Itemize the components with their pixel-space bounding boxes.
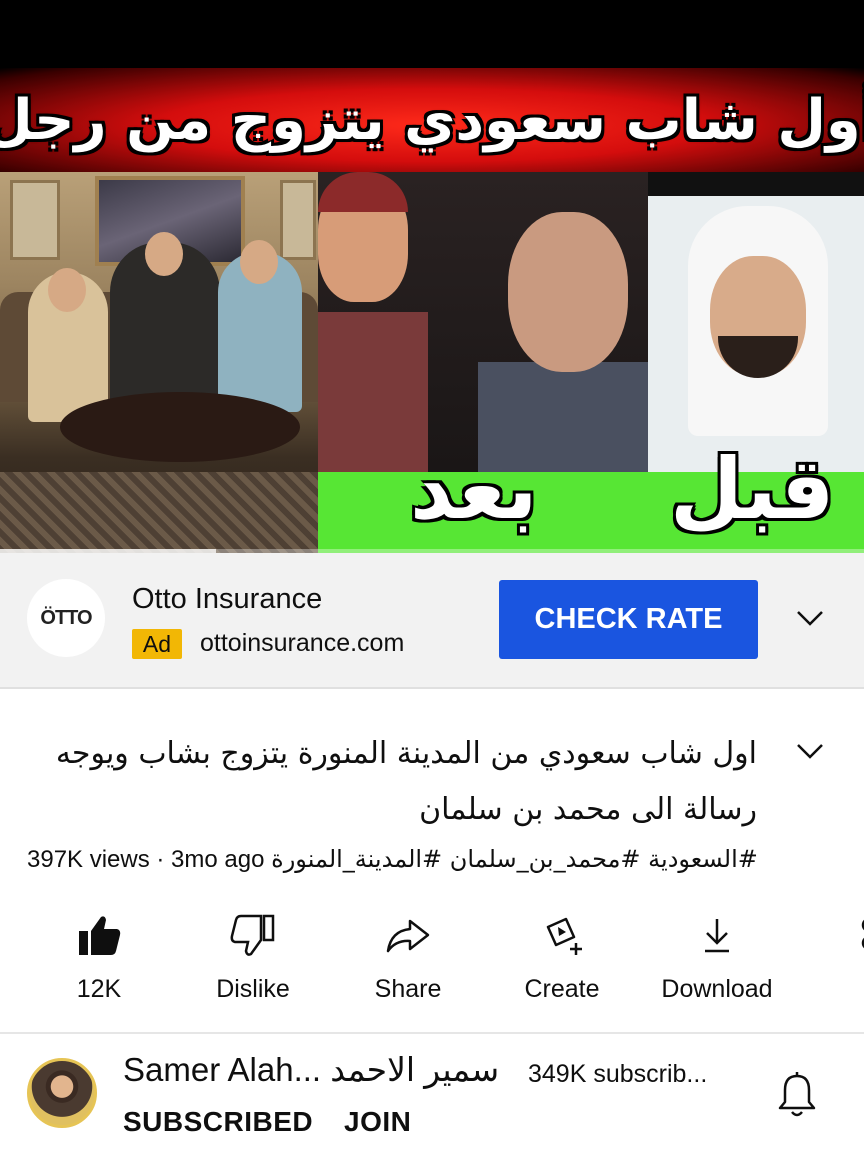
clip-button[interactable]: C [782, 905, 864, 1015]
rug [0, 472, 318, 553]
advertiser-logo: ÖTTO [27, 579, 105, 657]
thumbnail-photo-left [0, 172, 318, 553]
thumbnail-headline-banner: أول شاب سعودي يتزوج من رجل [0, 68, 864, 172]
thumbs-up-icon [79, 916, 121, 955]
share-icon [386, 919, 430, 953]
hat [318, 172, 408, 212]
thumbs-down-icon [230, 914, 275, 956]
subscribed-button[interactable]: SUBSCRIBED [123, 1106, 313, 1138]
person-face [508, 212, 628, 372]
notification-bell-icon[interactable] [775, 1070, 819, 1120]
video-title[interactable]: اول شاب سعودي من المدينة المنورة يتزوج ب… [27, 726, 757, 838]
views-and-age: 397K views · 3mo ago [27, 846, 265, 873]
check-rate-button[interactable]: CHECK RATE [499, 580, 758, 659]
video-player[interactable]: أول شاب سعودي يتزوج من رجل بعد قبل [0, 68, 864, 553]
coffee-table [60, 392, 300, 462]
thumbnail-label-before: قبل [670, 440, 835, 538]
ad-banner[interactable]: ÖTTO Otto Insurance Ad ottoinsurance.com… [0, 553, 864, 689]
chevron-down-icon[interactable] [790, 603, 830, 633]
thumbnail-photo-right [648, 196, 864, 476]
wall-picture [280, 180, 316, 260]
create-label: Create [524, 975, 600, 1003]
person-head [145, 232, 183, 276]
share-button[interactable]: Share [333, 905, 483, 1015]
channel-avatar[interactable] [27, 1058, 97, 1128]
dislike-label: Dislike [216, 975, 290, 1003]
wall-picture [10, 180, 60, 260]
thumbnail-label-after: بعد [410, 440, 538, 538]
status-bar [0, 0, 864, 68]
dislike-button[interactable]: Dislike [178, 905, 328, 1015]
like-button[interactable]: 12K [24, 905, 174, 1015]
subscriber-count: 349K subscrib... [528, 1060, 708, 1088]
thumbnail-photo-middle [318, 172, 648, 472]
action-bar: 12K Dislike Share Create Download [0, 905, 864, 1015]
clip-label: C [819, 975, 864, 1004]
download-label: Download [661, 975, 773, 1003]
thumbnail-headline: أول شاب سعودي يتزوج من رجل [0, 87, 864, 153]
video-meta[interactable]: 397K views · 3mo ago #السعودية #محمد_بن_… [27, 845, 857, 874]
person-head [48, 268, 86, 312]
join-button[interactable]: JOIN [344, 1106, 411, 1138]
advertiser-name: Otto Insurance [132, 583, 323, 615]
create-button[interactable]: Create [487, 905, 637, 1015]
share-label: Share [374, 975, 442, 1003]
advertiser-url: ottoinsurance.com [200, 629, 405, 657]
channel-row[interactable]: Samer Alah... سمير الاحمد 349K subscrib.… [0, 1034, 864, 1151]
channel-name[interactable]: Samer Alah... سمير الاحمد [123, 1050, 499, 1089]
hashtags[interactable]: #السعودية #محمد_بن_سلمان #المدينة_المنور… [271, 845, 758, 873]
download-button[interactable]: Download [642, 905, 792, 1015]
download-icon [705, 919, 729, 953]
create-icon [546, 917, 582, 955]
ad-badge: Ad [132, 629, 182, 659]
expand-description-icon[interactable] [790, 736, 830, 766]
clip-icon [861, 919, 864, 949]
like-count: 12K [76, 975, 122, 1003]
person-head [240, 240, 278, 284]
